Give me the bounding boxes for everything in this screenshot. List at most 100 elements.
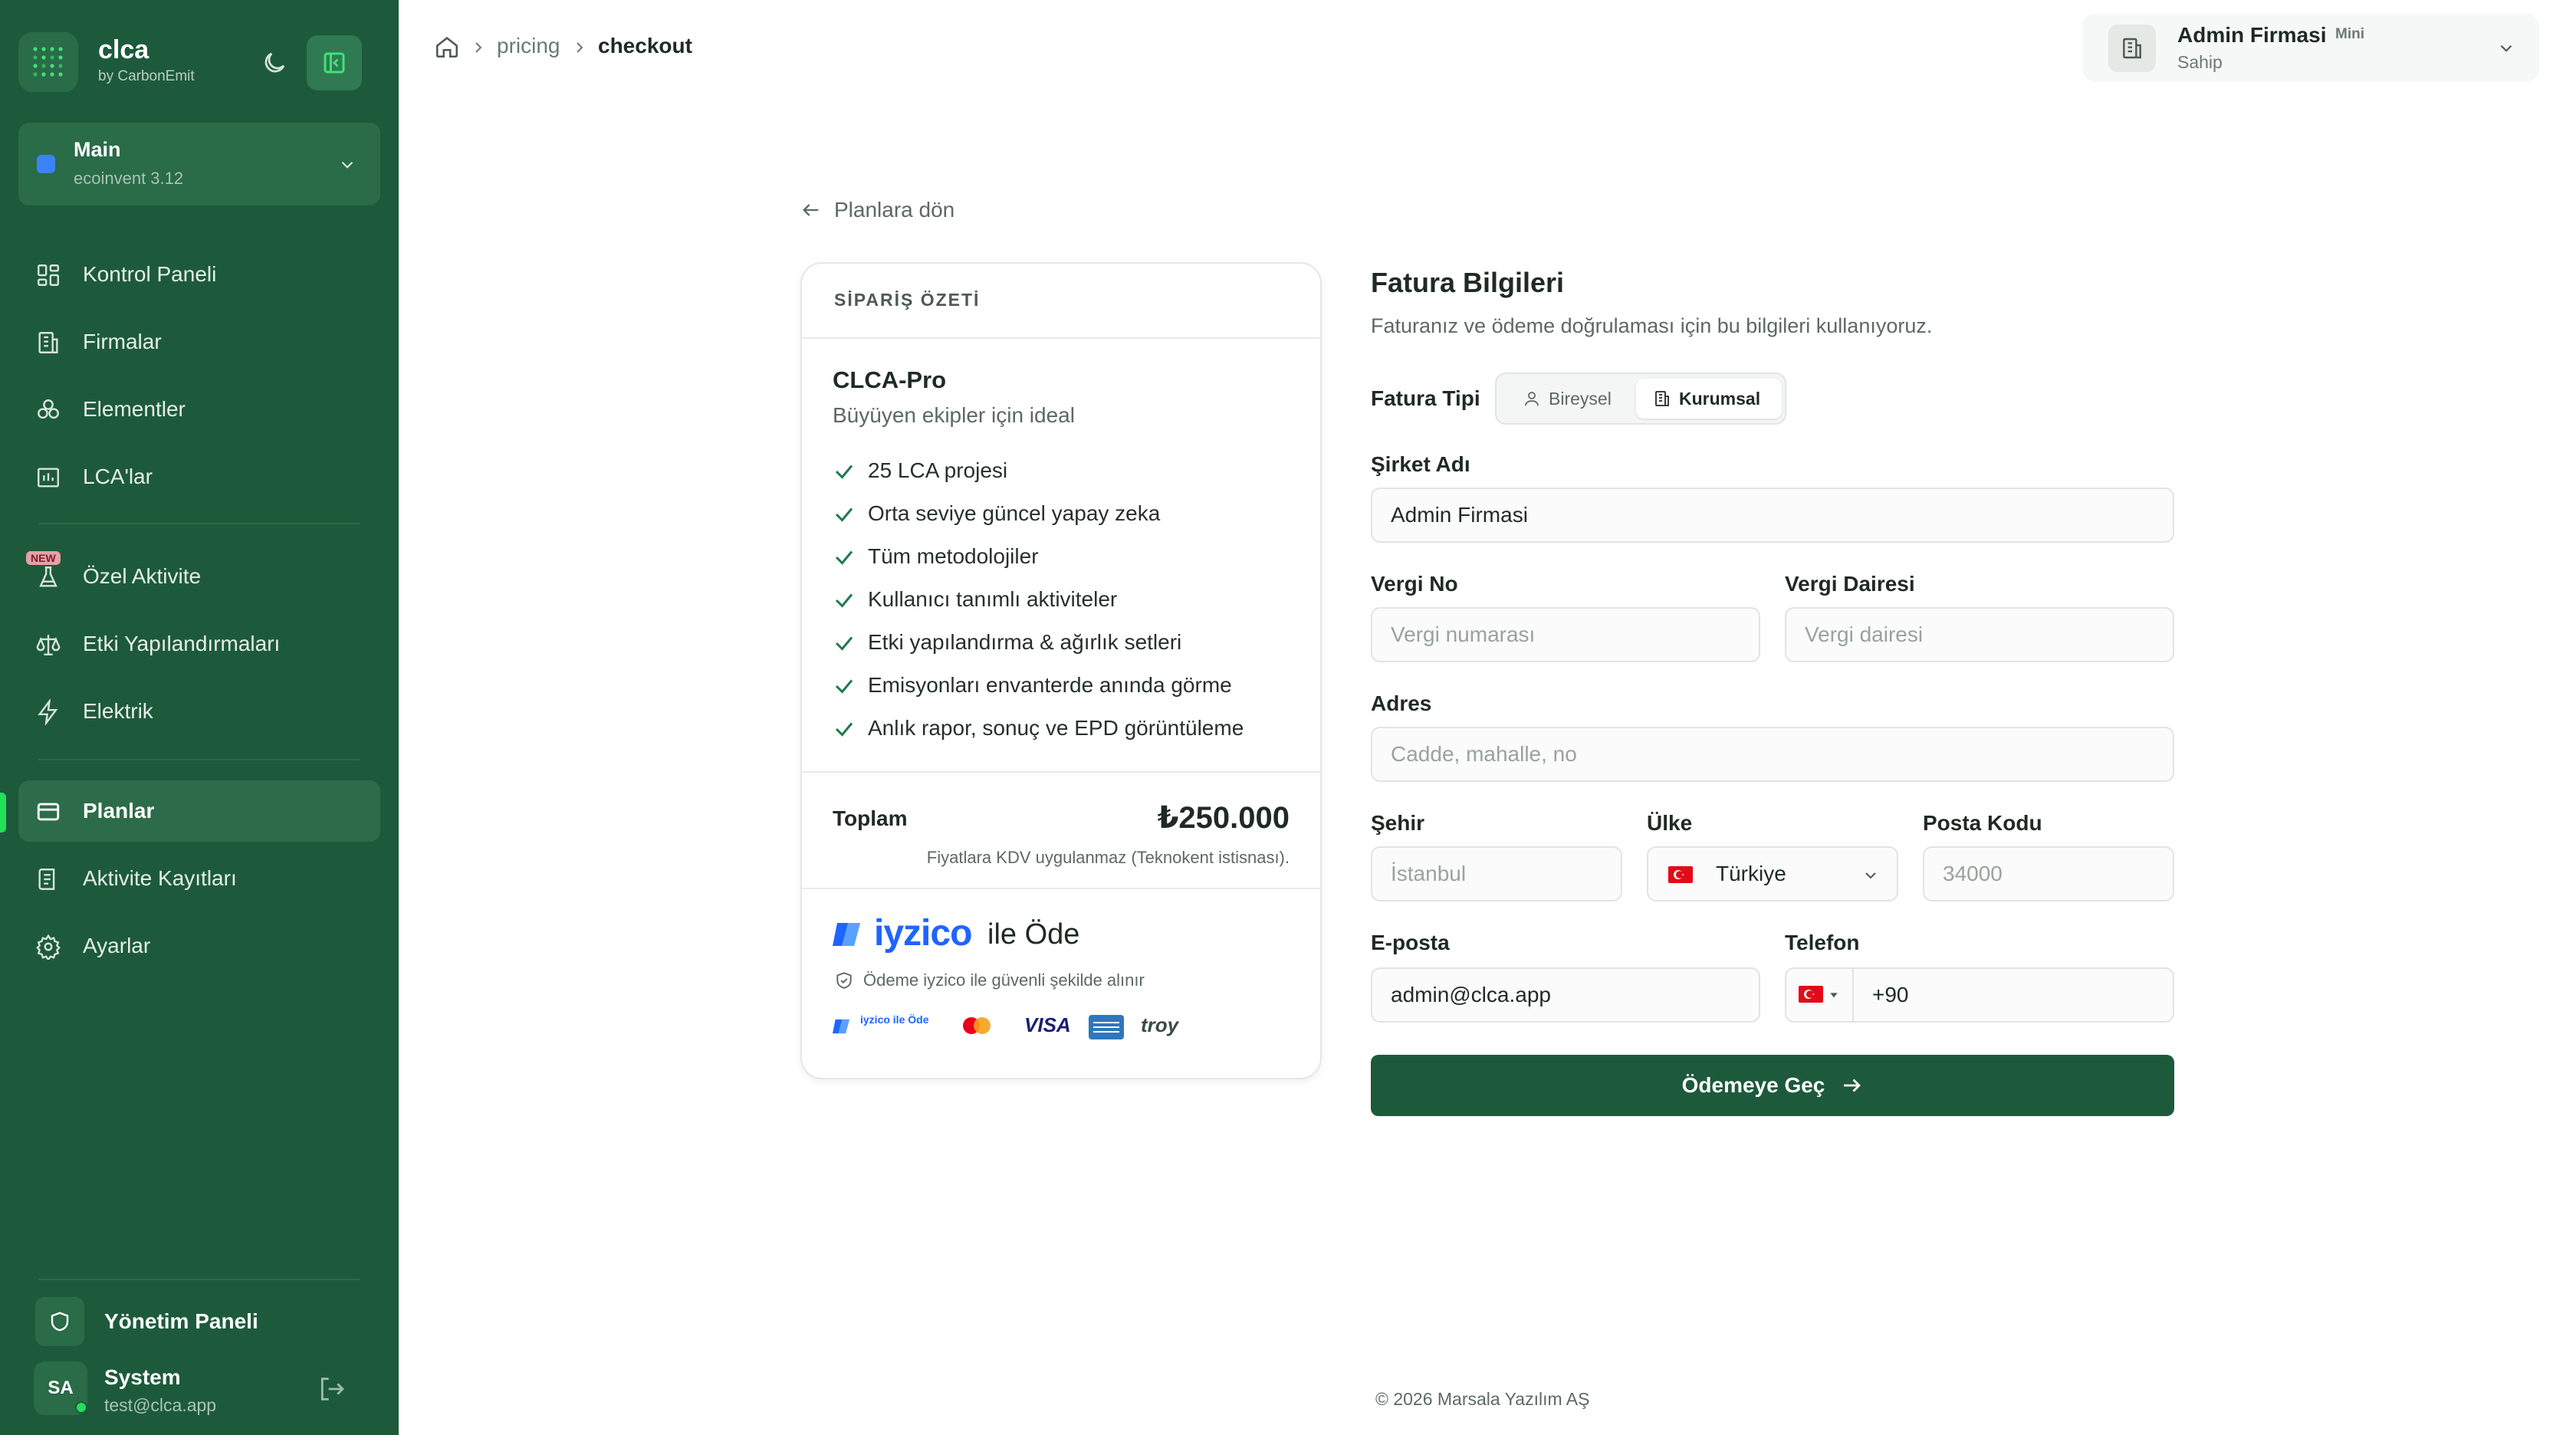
new-badge: NEW bbox=[26, 551, 61, 565]
shield-check-icon bbox=[836, 972, 852, 989]
sidebar-item-label: Planlar bbox=[83, 799, 155, 823]
sidebar-divider bbox=[38, 1279, 360, 1280]
sidebar-item-label: Elektrik bbox=[83, 699, 153, 723]
proceed-to-payment-label: Ödemeye Geç bbox=[1681, 1073, 1825, 1097]
tax-office-label: Vergi Dairesi bbox=[1785, 572, 1915, 596]
plan-badge: Mini bbox=[2335, 26, 2364, 42]
amex-icon bbox=[1089, 1015, 1124, 1039]
check-icon bbox=[835, 636, 853, 651]
chevron-down-icon bbox=[341, 161, 353, 169]
postal-code-input[interactable] bbox=[1923, 846, 2174, 901]
building-icon bbox=[2123, 38, 2141, 59]
sidebar-item-activity-logs[interactable]: Aktivite Kayıtları bbox=[18, 848, 380, 909]
workspace-switcher[interactable]: Main ecoinvent 3.12 bbox=[18, 123, 380, 205]
workspace-color-dot bbox=[37, 155, 55, 173]
order-summary-heading: SİPARİŞ ÖZETİ bbox=[834, 290, 981, 310]
logo-dots-icon bbox=[33, 47, 63, 77]
check-icon bbox=[835, 593, 853, 608]
online-status-dot bbox=[75, 1401, 87, 1414]
workspace-name: Main bbox=[74, 138, 121, 161]
moon-icon bbox=[264, 52, 285, 73]
dashboard-icon bbox=[38, 264, 59, 286]
sidebar-item-label: Firmalar bbox=[83, 330, 162, 353]
check-icon bbox=[835, 507, 853, 522]
caret-down-icon bbox=[1830, 993, 1838, 998]
phone-country-select[interactable] bbox=[1786, 969, 1854, 1021]
admin-panel-icon-box bbox=[35, 1297, 84, 1346]
sidebar-item-label: Özel Aktivite bbox=[83, 564, 202, 588]
iyzico-small-logo: iyzico ile Öde bbox=[860, 1013, 929, 1026]
phone-field bbox=[1785, 967, 2174, 1023]
bolt-icon bbox=[38, 699, 58, 725]
sidebar-item-custom-activity[interactable]: Özel Aktivite bbox=[18, 546, 380, 607]
logout-button[interactable] bbox=[316, 1374, 353, 1410]
app-name: clca bbox=[98, 35, 150, 64]
billing-type-individual[interactable]: Bireysel bbox=[1501, 379, 1636, 419]
logout-icon bbox=[320, 1378, 345, 1401]
plan-description: Büyüyen ekipler için ideal bbox=[833, 403, 1075, 427]
country-select[interactable]: Türkiye bbox=[1647, 846, 1898, 901]
iyzico-brand: iyzico bbox=[874, 913, 972, 954]
email-input[interactable] bbox=[1371, 967, 1760, 1023]
arrow-right-icon bbox=[1844, 1079, 1861, 1092]
tax-number-input[interactable] bbox=[1371, 607, 1760, 662]
sidebar-divider bbox=[38, 523, 360, 524]
organization-switcher[interactable]: Admin Firmasi Mini Sahip bbox=[2082, 14, 2539, 81]
home-button[interactable] bbox=[434, 34, 460, 60]
back-to-plans-link[interactable]: Planlara dön bbox=[800, 196, 1000, 227]
collapse-sidebar-button[interactable] bbox=[307, 35, 362, 90]
log-icon bbox=[38, 869, 55, 890]
sidebar-item-label: Aktivite Kayıtları bbox=[83, 866, 237, 890]
breadcrumb-pricing[interactable]: pricing bbox=[497, 34, 560, 58]
building-icon bbox=[1655, 391, 1669, 406]
proceed-to-payment-button[interactable]: Ödemeye Geç bbox=[1371, 1055, 2174, 1116]
iyzico-pay-logo: iyzico ile Öde bbox=[833, 912, 1139, 955]
back-link-label: Planlara dön bbox=[834, 198, 955, 222]
sidebar-item-settings[interactable]: Ayarlar bbox=[18, 915, 380, 977]
card-icon bbox=[37, 803, 60, 821]
amex-lines-icon bbox=[1093, 1022, 1119, 1033]
sidebar-item-elements[interactable]: Elementler bbox=[18, 379, 380, 440]
turkey-flag-icon bbox=[1668, 866, 1693, 883]
sidebar: clca by CarbonEmit Main ecoinvent 3.12 K… bbox=[0, 0, 399, 1435]
chevron-down-icon bbox=[1865, 872, 1876, 879]
phone-input[interactable] bbox=[1872, 980, 2164, 1010]
admin-panel-link[interactable]: Yönetim Paneli bbox=[35, 1297, 357, 1346]
postal-code-label: Posta Kodu bbox=[1923, 811, 2042, 835]
payment-logos: iyzico ile Öde VISA troy bbox=[833, 1012, 1178, 1043]
breadcrumb-checkout: checkout bbox=[598, 34, 692, 57]
sidebar-item-companies[interactable]: Firmalar bbox=[18, 311, 380, 373]
sidebar-item-electricity[interactable]: Elektrik bbox=[18, 681, 380, 742]
org-name: Admin Firmasi bbox=[2177, 23, 2327, 47]
sidebar-item-lcas[interactable]: LCA'lar bbox=[18, 446, 380, 507]
sidebar-item-label: Kontrol Paneli bbox=[83, 262, 217, 286]
chevron-down-icon bbox=[2500, 44, 2512, 52]
check-icon bbox=[835, 722, 853, 737]
sidebar-item-dashboard[interactable]: Kontrol Paneli bbox=[18, 244, 380, 305]
active-indicator bbox=[0, 793, 6, 832]
theme-toggle-button[interactable] bbox=[247, 35, 302, 90]
user-icon bbox=[1525, 392, 1539, 406]
order-summary-card: SİPARİŞ ÖZETİ CLCA-Pro Büyüyen ekipler i… bbox=[800, 262, 1322, 1079]
building-icon bbox=[38, 332, 58, 353]
form-title: Fatura Bilgileri bbox=[1371, 267, 1565, 298]
email-label: E-posta bbox=[1371, 931, 1450, 954]
company-name-input[interactable] bbox=[1371, 488, 2174, 543]
total-label: Toplam bbox=[833, 806, 908, 830]
city-input[interactable] bbox=[1371, 846, 1622, 901]
check-icon bbox=[835, 679, 853, 694]
chevron-right-icon bbox=[577, 42, 583, 53]
tax-number-label: Vergi No bbox=[1371, 572, 1458, 596]
sidebar-item-impact-configs[interactable]: Etki Yapılandırmaları bbox=[18, 613, 380, 675]
app-byline: by CarbonEmit bbox=[98, 68, 195, 84]
iyzico-small-icon bbox=[833, 1019, 849, 1034]
billing-type-corporate[interactable]: Kurumsal bbox=[1636, 379, 1782, 419]
sidebar-item-plans[interactable]: Planlar bbox=[18, 780, 380, 842]
turkey-flag-icon bbox=[1799, 986, 1823, 1003]
app-logo[interactable] bbox=[18, 32, 78, 92]
address-input[interactable] bbox=[1371, 727, 2174, 782]
tax-office-input[interactable] bbox=[1785, 607, 2174, 662]
elements-icon bbox=[38, 399, 59, 419]
card-divider bbox=[802, 771, 1320, 773]
check-icon bbox=[835, 550, 853, 565]
